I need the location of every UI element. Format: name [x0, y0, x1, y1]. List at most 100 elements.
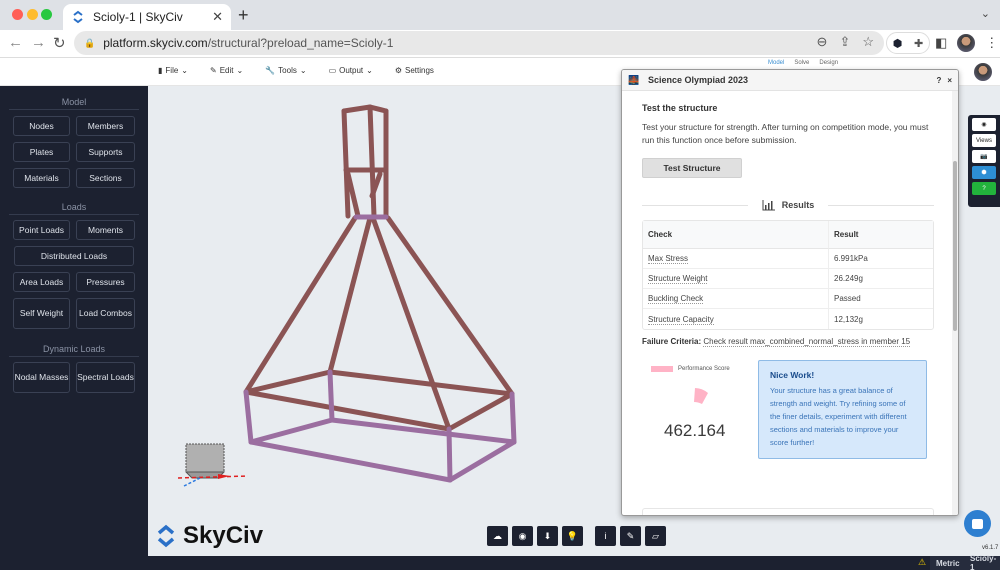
browser-tab[interactable]: Scioly-1 | SkyCiv ✕ [63, 4, 231, 30]
back-arrow-icon[interactable]: ← [8, 34, 23, 51]
skyciv-logo: SkyCiv [155, 522, 263, 550]
project-status[interactable]: Scioly-1 [964, 554, 1000, 572]
nodes-button[interactable]: Nodes [13, 116, 70, 136]
divider-line-left [642, 204, 748, 206]
close-button[interactable]: × [947, 76, 952, 85]
feedback-box: Nice Work! Your structure has a great ba… [758, 360, 927, 459]
version-label: v6.1.7 [982, 545, 999, 551]
tab-design[interactable]: Design [819, 60, 838, 66]
load-combos-button[interactable]: Load Combos [76, 298, 135, 329]
help-icon[interactable]: ? [972, 182, 996, 195]
menu-edit-label: Edit [219, 66, 234, 75]
distributed-loads-button[interactable]: Distributed Loads [14, 246, 134, 266]
menu-tools-label: Tools [278, 66, 297, 75]
eraser-icon[interactable]: ▱ [645, 526, 666, 546]
failure-label: Failure Criteria: [642, 337, 702, 346]
failure-text[interactable]: Check result max_combined_normal_stress … [703, 337, 911, 347]
menu-edit[interactable]: ✎ Edit ⌄ [210, 66, 243, 75]
browser-menu-icon[interactable]: ⋮ [985, 35, 998, 51]
bar-chart-icon [762, 199, 775, 210]
cube-icon[interactable]: ⬢ [972, 166, 996, 179]
self-weight-button[interactable]: Self Weight [13, 298, 70, 329]
scrollbar-thumb[interactable] [953, 161, 957, 331]
browser-toolbar: ← → ↻ 🔒 platform.skyciv.com/structural?p… [0, 30, 1000, 58]
view-cube[interactable] [177, 443, 249, 487]
chat-button[interactable] [964, 510, 991, 537]
camera-icon[interactable]: 📷 [972, 150, 996, 163]
units-status[interactable]: Metric [930, 556, 966, 570]
table-row: Structure Weight 26.249g [643, 269, 933, 289]
eye-icon[interactable]: ◉ [512, 526, 533, 546]
forward-arrow-icon[interactable]: → [31, 34, 46, 51]
address-bar[interactable]: 🔒 platform.skyciv.com/structural?preload… [74, 31, 884, 55]
reload-icon[interactable]: ↻ [53, 34, 66, 52]
check-name[interactable]: Buckling Check [648, 294, 704, 304]
check-name[interactable]: Max Stress [648, 254, 689, 264]
extensions-pill: ⬢ ✚ [886, 32, 930, 54]
table-row: Max Stress 6.991kPa [643, 249, 933, 269]
help-button[interactable]: ? [936, 76, 941, 85]
spectral-loads-button[interactable]: Spectral Loads [76, 362, 135, 393]
wrench-icon: 🔧 [265, 66, 276, 75]
menu-settings[interactable]: ⚙ Settings [395, 66, 434, 75]
browser-tab-bar: Scioly-1 | SkyCiv ✕ + ⌄ [0, 0, 1000, 30]
tab-close-icon[interactable]: ✕ [212, 9, 223, 25]
materials-button[interactable]: Materials [13, 168, 70, 188]
members-button[interactable]: Members [76, 116, 135, 136]
results-divider: Results [642, 198, 935, 212]
warning-icon[interactable]: ⚠ [918, 557, 926, 568]
lightbulb-icon[interactable]: 💡 [562, 526, 583, 546]
area-loads-button[interactable]: Area Loads [13, 272, 70, 292]
window-close-button[interactable] [12, 9, 23, 20]
moments-button[interactable]: Moments [76, 220, 135, 240]
sections-button[interactable]: Sections [76, 168, 135, 188]
info-icon[interactable]: i [595, 526, 616, 546]
legend-swatch [651, 366, 673, 372]
column-header-check: Check [643, 221, 829, 249]
table-row: Buckling Check Passed [643, 289, 933, 309]
puzzle-icon[interactable]: ✚ [914, 37, 923, 50]
menu-settings-label: Settings [405, 66, 434, 75]
results-label: Results [781, 200, 815, 210]
bookmark-star-icon[interactable]: ☆ [862, 34, 874, 50]
menu-output-label: Output [339, 66, 364, 75]
column-header-result: Result [829, 221, 933, 249]
layers-icon[interactable]: ☁ [487, 526, 508, 546]
menu-file-label: File [165, 66, 179, 75]
profile-avatar[interactable] [957, 34, 976, 52]
views-button[interactable]: Views [972, 134, 996, 147]
test-structure-button[interactable]: Test Structure [642, 158, 742, 178]
edit-toolbar: i ✎ ▱ [595, 526, 666, 546]
nodal-masses-button[interactable]: Nodal Masses [13, 362, 70, 393]
pressures-button[interactable]: Pressures [76, 272, 135, 292]
check-name[interactable]: Structure Capacity [648, 314, 714, 325]
right-toolbar: ◉ Views 📷 ⬢ ? [968, 115, 1000, 207]
check-cell: Buckling Check [643, 289, 829, 309]
check-cell: Max Stress [643, 249, 829, 269]
menu-file[interactable]: ▮ File ⌄ [158, 66, 188, 75]
user-avatar[interactable] [974, 63, 992, 81]
side-panel-icon[interactable]: ◧ [935, 35, 947, 51]
tab-solve[interactable]: Solve [794, 60, 809, 66]
supports-button[interactable]: Supports [76, 142, 135, 162]
tab-model[interactable]: Model [768, 60, 784, 66]
menu-output[interactable]: ▭ Output ⌄ [329, 66, 373, 75]
status-bar: ⚠ Metric Scioly-1 [0, 554, 1000, 572]
tab-list-chevron-icon[interactable]: ⌄ [981, 7, 990, 20]
extension-shield-icon[interactable]: ⬢ [893, 37, 903, 50]
window-maximize-button[interactable] [41, 9, 52, 20]
arrow-down-icon[interactable]: ⬇ [537, 526, 558, 546]
share-icon[interactable]: ⇪ [839, 34, 850, 50]
window-minimize-button[interactable] [27, 9, 38, 20]
new-tab-button[interactable]: + [238, 5, 249, 26]
check-name[interactable]: Structure Weight [648, 274, 708, 284]
section-title-dynamic-loads: Dynamic Loads [9, 344, 139, 357]
pencil-icon[interactable]: ✎ [620, 526, 641, 546]
dialog-header[interactable]: 🌉 Science Olympiad 2023 ? × [622, 70, 958, 91]
visibility-eye-icon[interactable]: ◉ [972, 118, 996, 131]
dialog-scrollbar[interactable] [952, 91, 958, 515]
menu-tools[interactable]: 🔧 Tools ⌄ [265, 66, 306, 75]
point-loads-button[interactable]: Point Loads [13, 220, 70, 240]
zoom-out-icon[interactable]: ⊖ [817, 34, 828, 50]
plates-button[interactable]: Plates [13, 142, 70, 162]
